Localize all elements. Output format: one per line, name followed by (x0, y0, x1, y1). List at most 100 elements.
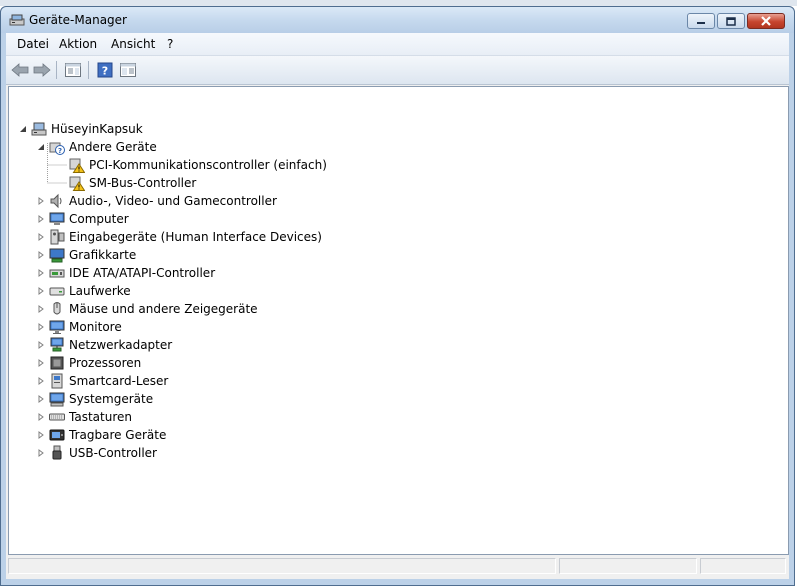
tree-item-label: Audio-, Video- und Gamecontroller (69, 194, 277, 208)
tree-category-grafikkarte[interactable]: Grafikkarte (37, 246, 136, 264)
tree-category-smartcard-leser[interactable]: Smartcard-Leser (37, 372, 168, 390)
arrow-right-icon (33, 63, 51, 77)
tree-item-label: Systemgeräte (69, 392, 154, 406)
tree-root[interactable]: HüseyinKapsuk (19, 120, 143, 138)
title-bar[interactable]: Geräte-Manager (1, 7, 794, 33)
tree-item-label: Eingabegeräte (Human Interface Devices) (69, 230, 322, 244)
tree-item-label: Andere Geräte (69, 140, 157, 154)
tree-category-netzwerkadapter[interactable]: Netzwerkadapter (37, 336, 172, 354)
expand-icon[interactable] (37, 449, 45, 457)
status-pane-3 (700, 558, 786, 574)
usb-icon (52, 445, 62, 460)
menu-aktion[interactable]: Aktion (59, 37, 97, 51)
speaker-icon (50, 193, 62, 209)
collapse-icon[interactable] (37, 143, 45, 151)
toolbar: ? (6, 56, 789, 85)
tree-category-systemgeräte[interactable]: Systemgeräte (37, 390, 153, 408)
tree-item-label: Prozessoren (69, 356, 142, 370)
tree-category-tastaturen[interactable]: Tastaturen (37, 408, 132, 426)
expand-icon[interactable] (37, 251, 45, 259)
warning-device-icon (69, 176, 85, 191)
smartcard-reader-icon (51, 373, 63, 389)
tree-category-ide-ata-atapi-controller[interactable]: IDE ATA/ATAPI-Controller (37, 264, 215, 282)
toolbar-separator (88, 61, 89, 79)
status-pane-main (8, 558, 556, 574)
display-adapter-icon (49, 248, 65, 263)
status-bar (6, 555, 789, 577)
minimize-icon (697, 22, 705, 24)
expand-icon[interactable] (37, 413, 45, 421)
tree-item-label: Tragbare Geräte (69, 428, 167, 442)
tree-category-prozessoren[interactable]: Prozessoren (37, 354, 141, 372)
menu-ansicht[interactable]: Ansicht (111, 37, 155, 51)
tree-item-label: Netzwerkadapter (69, 338, 173, 352)
warning-device-icon (69, 158, 85, 173)
computer-root-icon (31, 122, 47, 136)
collapse-icon[interactable] (19, 125, 27, 133)
tree-item-label: USB-Controller (69, 446, 157, 460)
help-icon: ? (97, 62, 113, 78)
system-devices-icon (49, 392, 65, 407)
tree-item-label: SM-Bus-Controller (89, 176, 197, 190)
back-button[interactable] (10, 61, 30, 79)
client-area: Datei Aktion Ansicht ? ? HüseyinKapsuk ?… (6, 33, 789, 579)
menu-help[interactable]: ? (167, 37, 173, 51)
arrow-left-icon (11, 63, 29, 77)
device-manager-window: Geräte-Manager Datei Aktion Ansicht ? ? … (0, 6, 795, 586)
expand-icon[interactable] (37, 197, 45, 205)
menu-bar: Datei Aktion Ansicht ? (6, 33, 789, 56)
monitor-icon (49, 320, 65, 334)
expand-icon[interactable] (37, 287, 45, 295)
svg-text:?: ? (102, 65, 108, 78)
tree-item-label: Grafikkarte (69, 248, 137, 262)
show-hide-console-tree-button[interactable] (63, 61, 83, 79)
expand-icon[interactable] (37, 341, 45, 349)
action-pane-button[interactable] (118, 61, 138, 79)
help-button[interactable]: ? (95, 61, 115, 79)
window-title: Geräte-Manager (29, 13, 127, 27)
expand-icon[interactable] (37, 323, 45, 331)
forward-button[interactable] (32, 61, 52, 79)
expand-icon[interactable] (37, 269, 45, 277)
action-pane-icon (120, 63, 136, 77)
tree-category-audio-video-und-gamecontroller[interactable]: Audio-, Video- und Gamecontroller (37, 192, 277, 210)
tree-item-label: Mäuse und andere Zeigegeräte (69, 302, 258, 316)
tree-item-label: Laufwerke (69, 284, 131, 298)
computer-icon (49, 212, 65, 225)
mouse-icon (53, 302, 61, 315)
tree-category-eingabegeräte-human-interface-devices[interactable]: Eingabegeräte (Human Interface Devices) (37, 228, 322, 246)
unknown-device-icon: ? (49, 142, 65, 155)
expand-icon[interactable] (37, 395, 45, 403)
tree-category-laufwerke[interactable]: Laufwerke (37, 282, 131, 300)
close-icon (761, 16, 771, 26)
tree-item-smbus-controller[interactable]: SM-Bus-Controller (69, 174, 196, 192)
expand-icon[interactable] (37, 431, 45, 439)
expand-icon[interactable] (37, 233, 45, 241)
tree-category-usb-controller[interactable]: USB-Controller (37, 444, 157, 462)
tree-item-label: Computer (69, 212, 129, 226)
tree-category-computer[interactable]: Computer (37, 210, 129, 228)
device-manager-icon (9, 14, 25, 26)
toolbar-separator (56, 61, 57, 79)
tree-item-pci-controller[interactable]: PCI-Kommunikationscontroller (einfach) (69, 156, 327, 174)
network-adapter-icon (50, 337, 64, 352)
minimize-button[interactable] (687, 13, 715, 29)
expand-icon[interactable] (37, 215, 45, 223)
tree-item-label: IDE ATA/ATAPI-Controller (69, 266, 216, 280)
close-button[interactable] (747, 13, 785, 29)
tree-category-monitore[interactable]: Monitore (37, 318, 122, 336)
disk-drive-icon (49, 287, 65, 296)
hid-icon (50, 229, 65, 245)
menu-datei[interactable]: Datei (17, 37, 49, 51)
expand-icon[interactable] (37, 305, 45, 313)
status-pane-2 (559, 558, 697, 574)
maximize-button[interactable] (717, 13, 745, 29)
tree-item-andere-geraete[interactable]: ? Andere Geräte (37, 138, 157, 156)
keyboard-icon (49, 413, 65, 421)
expand-icon[interactable] (37, 377, 45, 385)
tree-item-label: PCI-Kommunikationscontroller (einfach) (89, 158, 327, 172)
tree-category-mäuse-und-andere-zeigegeräte[interactable]: Mäuse und andere Zeigegeräte (37, 300, 258, 318)
tree-category-tragbare-geräte[interactable]: Tragbare Geräte (37, 426, 166, 444)
console-tree-icon (65, 63, 81, 77)
expand-icon[interactable] (37, 359, 45, 367)
